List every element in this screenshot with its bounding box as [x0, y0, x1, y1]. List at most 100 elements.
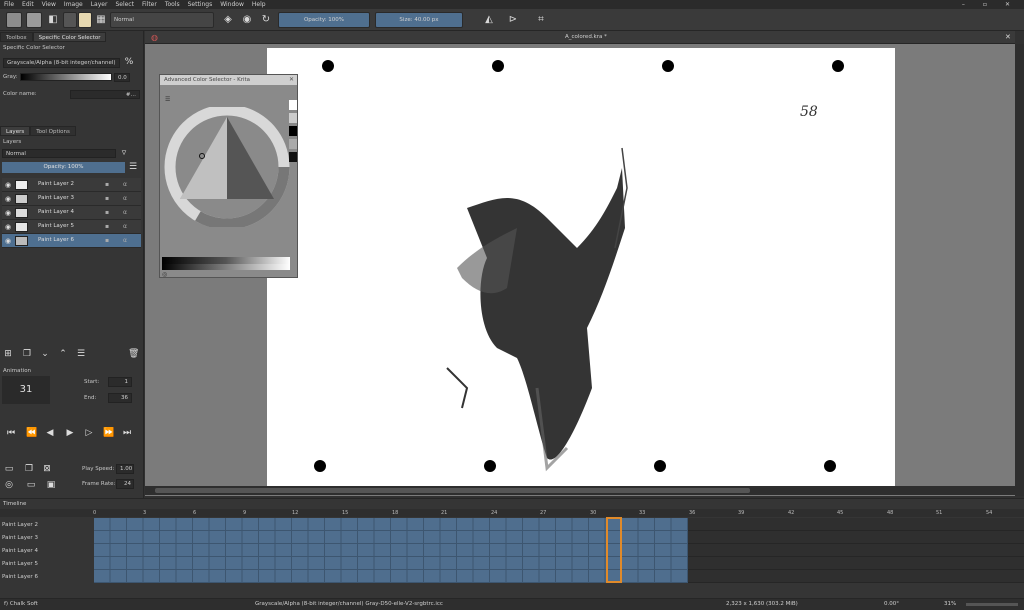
vertical-scrollbar[interactable] [1015, 44, 1024, 496]
layer-row-selected[interactable]: ◉ Paint Layer 6 ▪ α [2, 234, 141, 248]
layer-blend-select[interactable]: Normal [2, 149, 116, 158]
alpha-icon[interactable]: α [123, 195, 127, 202]
menu-image[interactable]: Image [64, 0, 83, 9]
gradient-icon[interactable] [63, 12, 77, 28]
preserve-alpha-icon[interactable]: ◉ [240, 13, 254, 27]
eye-icon[interactable]: ◉ [5, 195, 11, 203]
advanced-color-selector-window[interactable]: Advanced Color Selector - Krita ✕ ☰ ◎ [159, 74, 298, 278]
tab-specific-color-selector[interactable]: Specific Color Selector [32, 32, 107, 42]
layer-row[interactable]: ◉ Paint Layer 2 ▪ α [2, 178, 141, 192]
mute-icon[interactable]: ▣ [46, 480, 56, 490]
menu-edit[interactable]: Edit [22, 0, 34, 9]
lock-icon[interactable]: ▪ [105, 223, 109, 230]
menu-select[interactable]: Select [115, 0, 134, 9]
timeline-row-label[interactable]: Paint Layer 3 [2, 535, 38, 541]
gray-ramp-slider[interactable] [162, 257, 290, 264]
layer-row[interactable]: ◉ Paint Layer 4 ▪ α [2, 206, 141, 220]
move-up-icon[interactable]: ⌃ [58, 349, 68, 359]
size-slider[interactable]: Size: 40.00 px [375, 12, 463, 28]
zoom-slider[interactable] [966, 603, 1018, 606]
settings-icon[interactable]: ☰ [165, 96, 170, 103]
add-layer-icon[interactable]: ⊞ [3, 349, 13, 359]
eyedropper-icon[interactable]: ◎ [162, 271, 167, 278]
prev-frame-icon[interactable]: ◀ [45, 428, 55, 438]
duplicate-layer-icon[interactable]: ❐ [22, 349, 32, 359]
color-name-field[interactable]: #… [70, 90, 140, 99]
layer-row[interactable]: ◉ Paint Layer 3 ▪ α [2, 192, 141, 206]
delete-layer-icon[interactable]: 🗑 [128, 349, 139, 359]
rotation-value[interactable]: 0.00° [884, 601, 899, 607]
next-keyframe-icon[interactable]: ⏩ [103, 428, 114, 438]
copy-frame-icon[interactable]: ❐ [24, 464, 34, 474]
tab-layers[interactable]: Layers [0, 126, 31, 136]
timeline-row-label[interactable]: Paint Layer 4 [2, 548, 38, 554]
timeline-ruler[interactable] [0, 509, 1024, 517]
maximize-icon[interactable]: ▫ [983, 0, 987, 9]
play-speed-field[interactable]: 1.00 [116, 464, 134, 474]
start-field[interactable]: 1 [108, 377, 132, 387]
tab-toolbox[interactable]: Toolbox [0, 32, 33, 42]
gray-value[interactable]: 0.0 [114, 73, 130, 82]
audio-icon[interactable]: ▭ [26, 480, 36, 490]
close-document-icon[interactable]: ✕ [1005, 33, 1011, 41]
lock-icon[interactable]: ▪ [105, 237, 109, 244]
color-wheel[interactable] [164, 107, 290, 227]
menu-settings[interactable]: Settings [188, 0, 213, 9]
menu-window[interactable]: Window [220, 0, 244, 9]
onion-skin-icon[interactable]: ▭ [4, 464, 14, 474]
timeline-row-label[interactable]: Paint Layer 5 [2, 561, 38, 567]
alpha-icon[interactable]: α [123, 209, 127, 216]
menu-layer[interactable]: Layer [91, 0, 108, 9]
gray-ramp-slider[interactable] [162, 264, 290, 270]
layer-opacity-slider[interactable]: Opacity: 100% [2, 162, 125, 173]
color-model-select[interactable]: Grayscale/Alpha (8-bit integer/channel) [3, 58, 120, 68]
background-color-swatch[interactable] [26, 12, 42, 28]
drop-frames-icon[interactable]: ⊠ [42, 464, 52, 474]
alpha-icon[interactable]: α [123, 237, 127, 244]
menu-tools[interactable]: Tools [165, 0, 180, 9]
first-frame-icon[interactable]: ⏮ [6, 428, 16, 438]
mirror-vertical-icon[interactable]: ⊳ [506, 13, 520, 27]
brush-preset-icon[interactable] [78, 12, 92, 28]
lock-icon[interactable]: ▪ [105, 195, 109, 202]
opacity-slider[interactable]: Opacity: 100% [278, 12, 370, 28]
foreground-color-swatch[interactable] [6, 12, 22, 28]
menu-filter[interactable]: Filter [142, 0, 157, 9]
color-swatch[interactable] [289, 152, 297, 162]
color-swatch[interactable] [289, 113, 297, 123]
zoom-value[interactable]: 31% [944, 601, 956, 607]
layer-menu-icon[interactable]: ☰ [128, 162, 138, 172]
crop-icon[interactable]: ⌗ [534, 13, 548, 27]
color-swatch[interactable] [289, 126, 297, 136]
eye-icon[interactable]: ◉ [5, 181, 11, 189]
menu-view[interactable]: View [42, 0, 56, 9]
scroll-thumb[interactable] [155, 488, 750, 493]
color-swatch[interactable] [289, 139, 297, 149]
timeline-row-label[interactable]: Paint Layer 6 [2, 574, 38, 580]
blend-mode-select[interactable]: Normal [110, 12, 214, 28]
swap-colors-icon[interactable]: ◧ [46, 13, 60, 27]
mirror-horizontal-icon[interactable]: ◭ [482, 13, 496, 27]
lock-icon[interactable]: ▪ [105, 209, 109, 216]
layer-row[interactable]: ◉ Paint Layer 5 ▪ α [2, 220, 141, 234]
horizontal-scrollbar[interactable] [145, 486, 1015, 495]
next-frame-icon[interactable]: ▷ [84, 428, 94, 438]
close-icon[interactable]: ✕ [1005, 0, 1010, 9]
eraser-icon[interactable]: ◈ [221, 13, 235, 27]
alpha-icon[interactable]: α [123, 181, 127, 188]
menu-file[interactable]: File [4, 0, 14, 9]
timeline-row-label[interactable]: Paint Layer 2 [2, 522, 38, 528]
eye-icon[interactable]: ◉ [5, 209, 11, 217]
percent-toggle-icon[interactable]: % [124, 57, 134, 67]
tab-tool-options[interactable]: Tool Options [30, 126, 76, 136]
timeline-frames-grid[interactable] [94, 518, 688, 583]
close-icon[interactable]: ✕ [289, 76, 294, 83]
minimize-icon[interactable]: – [962, 0, 965, 9]
frame-rate-field[interactable]: 24 [116, 479, 134, 489]
last-frame-icon[interactable]: ⏭ [122, 428, 132, 438]
current-frame-display[interactable]: 31 [2, 376, 50, 404]
eye-icon[interactable]: ◉ [5, 223, 11, 231]
end-field[interactable]: 36 [108, 393, 132, 403]
gray-slider[interactable] [20, 73, 112, 81]
grid-icon[interactable]: ▦ [94, 13, 108, 27]
